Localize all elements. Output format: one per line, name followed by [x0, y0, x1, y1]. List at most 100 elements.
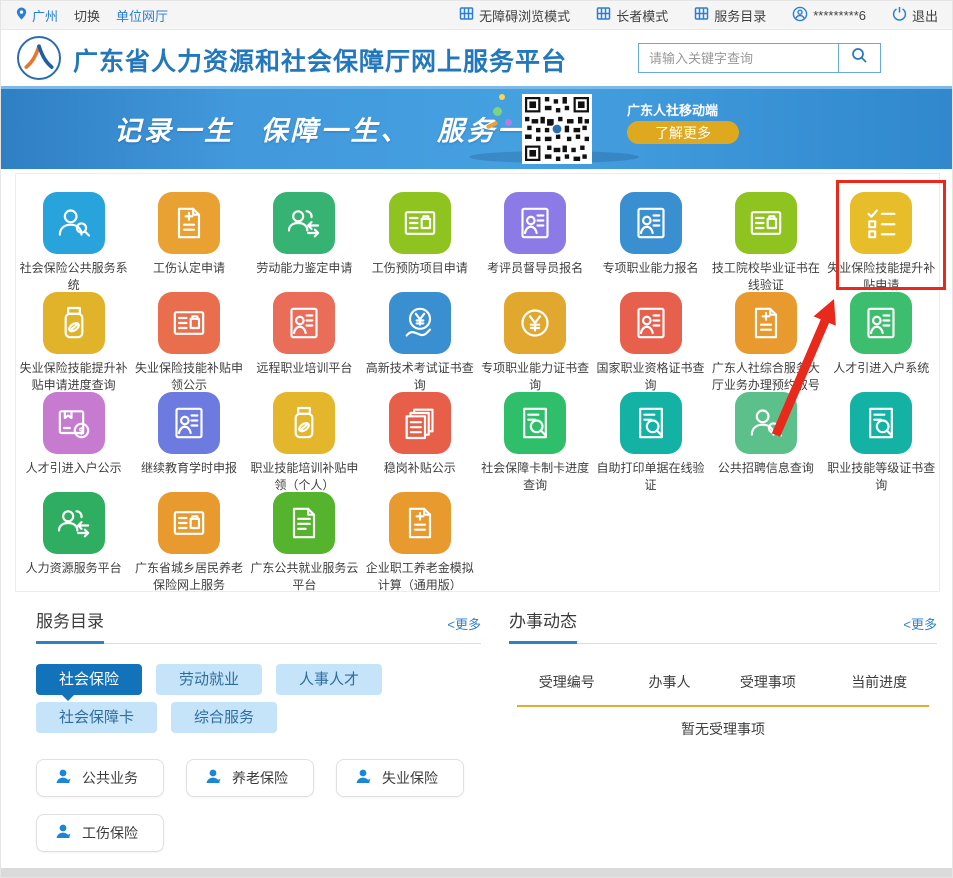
person-document-icon — [504, 192, 566, 254]
photo-check-icon — [158, 492, 220, 554]
tile-technical-school-diploma-verification[interactable]: 技工院校毕业证书在线验证 — [708, 192, 823, 292]
tile-special-ability-certificate-query[interactable]: 专项职业能力证书查询 — [478, 292, 593, 392]
tile-national-vocational-certificate-query[interactable]: 国家职业资格证书查询 — [593, 292, 708, 392]
catalog-tabs: 社会保险 劳动就业 人事人才 社会保障卡 综合服务 — [36, 664, 481, 733]
tile-service-hall-appointment[interactable]: 广东人社综合服务大厅业务办理预约取号 — [708, 292, 823, 392]
id-card-person-icon — [620, 192, 682, 254]
person-document-icon — [850, 292, 912, 354]
id-card-icon — [735, 192, 797, 254]
tile-label: 社会保险公共服务系统 — [18, 260, 130, 294]
accessibility-mode-label: 无障碍浏览模式 — [479, 6, 570, 25]
tile-talent-settlement-notice[interactable]: 人才引进入户公示 — [16, 392, 131, 492]
current-city[interactable]: 广州 — [32, 6, 58, 25]
tile-talent-settlement-system[interactable]: 人才引进入户系统 — [824, 292, 939, 392]
service-catalog-section: 服务目录 <更多 社会保险 劳动就业 人事人才 社会保障卡 综合服务 公共业务 … — [36, 607, 481, 852]
site-header: 广东省人力资源和社会保障厅网上服务平台 — [1, 30, 952, 86]
tile-self-print-receipt-verification[interactable]: 自助打印单据在线验证 — [593, 392, 708, 492]
elder-mode-link[interactable]: 长者模式 — [596, 6, 668, 25]
person-stethoscope-icon — [735, 392, 797, 454]
accessibility-mode-link[interactable]: 无障碍浏览模式 — [459, 6, 570, 25]
tile-label: 人才引进入户公示 — [18, 460, 130, 477]
tile-injury-prevention-project[interactable]: 工伤预防项目申请 — [362, 192, 477, 292]
document-at-search-icon — [850, 392, 912, 454]
keyword-search — [638, 43, 881, 73]
person-list-icon — [273, 292, 335, 354]
agency-logo — [17, 36, 61, 80]
service-catalog-more-link[interactable]: <更多 — [447, 614, 481, 643]
tile-label: 技工院校毕业证书在线验证 — [710, 260, 822, 294]
tile-label: 继续教育学时申报 — [133, 460, 245, 477]
tile-skill-level-certificate-query[interactable]: 职业技能等级证书查询 — [824, 392, 939, 492]
tile-unemployment-skill-subsidy-apply[interactable]: 失业保险技能提升补贴申请 — [824, 192, 939, 292]
tile-continuing-education-hours[interactable]: 继续教育学时申报 — [131, 392, 246, 492]
tile-label: 社会保障卡制卡进度查询 — [479, 460, 591, 494]
tile-label: 工伤认定申请 — [133, 260, 245, 277]
tile-label: 远程职业培训平台 — [248, 360, 360, 377]
tile-label: 专项职业能力报名 — [595, 260, 707, 277]
learn-more-button[interactable]: 了解更多 — [627, 121, 739, 144]
banner-slogan: 记录一生 保障一生、 服务一生 — [114, 109, 557, 148]
tile-hr-service-platform[interactable]: 人力资源服务平台 — [16, 492, 131, 592]
tile-label: 专项职业能力证书查询 — [479, 360, 591, 394]
unit-portal-link[interactable]: 单位网厅 — [116, 6, 168, 25]
tile-special-vocational-ability-registration[interactable]: 专项职业能力报名 — [593, 192, 708, 292]
tab-social-insurance[interactable]: 社会保险 — [36, 664, 142, 695]
tile-label: 劳动能力鉴定申请 — [248, 260, 360, 277]
grid-mode-icon — [459, 6, 474, 24]
username-label: *********6 — [813, 8, 866, 23]
switch-city-link[interactable]: 切换 — [74, 6, 100, 25]
search-input[interactable] — [639, 44, 838, 72]
mobile-app-label: 广东人社移动端 — [627, 100, 718, 119]
tab-personnel-talent[interactable]: 人事人才 — [276, 664, 382, 695]
person-icon — [55, 768, 72, 788]
progress-title: 办事动态 — [509, 607, 577, 644]
pill-bottle-icon — [273, 392, 335, 454]
tile-job-stabilization-subsidy-notice[interactable]: 稳岗补贴公示 — [362, 392, 477, 492]
search-icon — [851, 47, 868, 69]
tile-pension-simulation-calculator[interactable]: 企业职工养老金模拟计算（通用版） — [362, 492, 477, 592]
pension-insurance-button[interactable]: 养老保险 — [186, 759, 314, 797]
col-applicant: 办事人 — [625, 672, 715, 692]
progress-more-link[interactable]: <更多 — [903, 614, 937, 643]
top-utility-bar: 广州 切换 单位网厅 无障碍浏览模式 长者模式 服务目录 *********6 — [1, 1, 952, 30]
tile-work-injury-determination[interactable]: 工伤认定申请 — [131, 192, 246, 292]
tile-rural-pension-online-service[interactable]: 广东省城乡居民养老保险网上服务 — [131, 492, 246, 592]
tile-public-employment-cloud[interactable]: 广东公共就业服务云平台 — [247, 492, 362, 592]
tile-training-subsidy-personal[interactable]: 职业技能培训补贴申领（个人） — [247, 392, 362, 492]
tile-examiner-registration[interactable]: 考评员督导员报名 — [478, 192, 593, 292]
service-directory-label: 服务目录 — [714, 6, 766, 25]
search-button[interactable] — [838, 44, 880, 72]
document-add-icon — [735, 292, 797, 354]
col-accept-number: 受理编号 — [509, 672, 625, 692]
svc-btn-label: 工伤保险 — [82, 823, 138, 843]
service-directory-link[interactable]: 服务目录 — [694, 6, 766, 25]
tab-social-security-card[interactable]: 社会保障卡 — [36, 702, 157, 733]
tile-public-recruitment-info[interactable]: 公共招聘信息查询 — [708, 392, 823, 492]
logout-link[interactable]: 退出 — [892, 6, 938, 25]
tile-social-insurance-public-service[interactable]: 社会保险公共服务系统 — [16, 192, 131, 292]
person-search-icon — [43, 192, 105, 254]
document-at-search-icon — [620, 392, 682, 454]
tile-remote-vocational-training[interactable]: 远程职业培训平台 — [247, 292, 362, 392]
tab-comprehensive-service[interactable]: 综合服务 — [171, 702, 277, 733]
tile-labor-capacity-appraisal[interactable]: 劳动能力鉴定申请 — [247, 192, 362, 292]
tile-label: 考评员督导员报名 — [479, 260, 591, 277]
location-pin-icon — [15, 6, 28, 24]
checklist-icon — [850, 192, 912, 254]
unemployment-insurance-button[interactable]: 失业保险 — [336, 759, 464, 797]
work-injury-insurance-button[interactable]: 工伤保险 — [36, 814, 164, 852]
user-account[interactable]: *********6 — [792, 6, 866, 25]
decor-dot — [499, 94, 505, 100]
public-business-button[interactable]: 公共业务 — [36, 759, 164, 797]
portal-page: 广州 切换 单位网厅 无障碍浏览模式 长者模式 服务目录 *********6 — [0, 0, 953, 878]
person-document-icon — [158, 392, 220, 454]
power-icon — [892, 6, 907, 24]
tile-subsidy-progress-query[interactable]: 失业保险技能提升补贴申请进度查询 — [16, 292, 131, 392]
service-catalog-title: 服务目录 — [36, 607, 104, 644]
tile-hightech-exam-certificate-query[interactable]: 高新技术考试证书查询 — [362, 292, 477, 392]
tab-labor-employment[interactable]: 劳动就业 — [156, 664, 262, 695]
tile-subsidy-public-notice[interactable]: 失业保险技能补贴申领公示 — [131, 292, 246, 392]
tile-social-security-card-progress[interactable]: 社会保障卡制卡进度查询 — [478, 392, 593, 492]
person-icon — [205, 768, 222, 788]
progress-section: 办事动态 <更多 受理编号 办事人 受理事项 当前进度 暂无受理事项 — [509, 607, 937, 739]
